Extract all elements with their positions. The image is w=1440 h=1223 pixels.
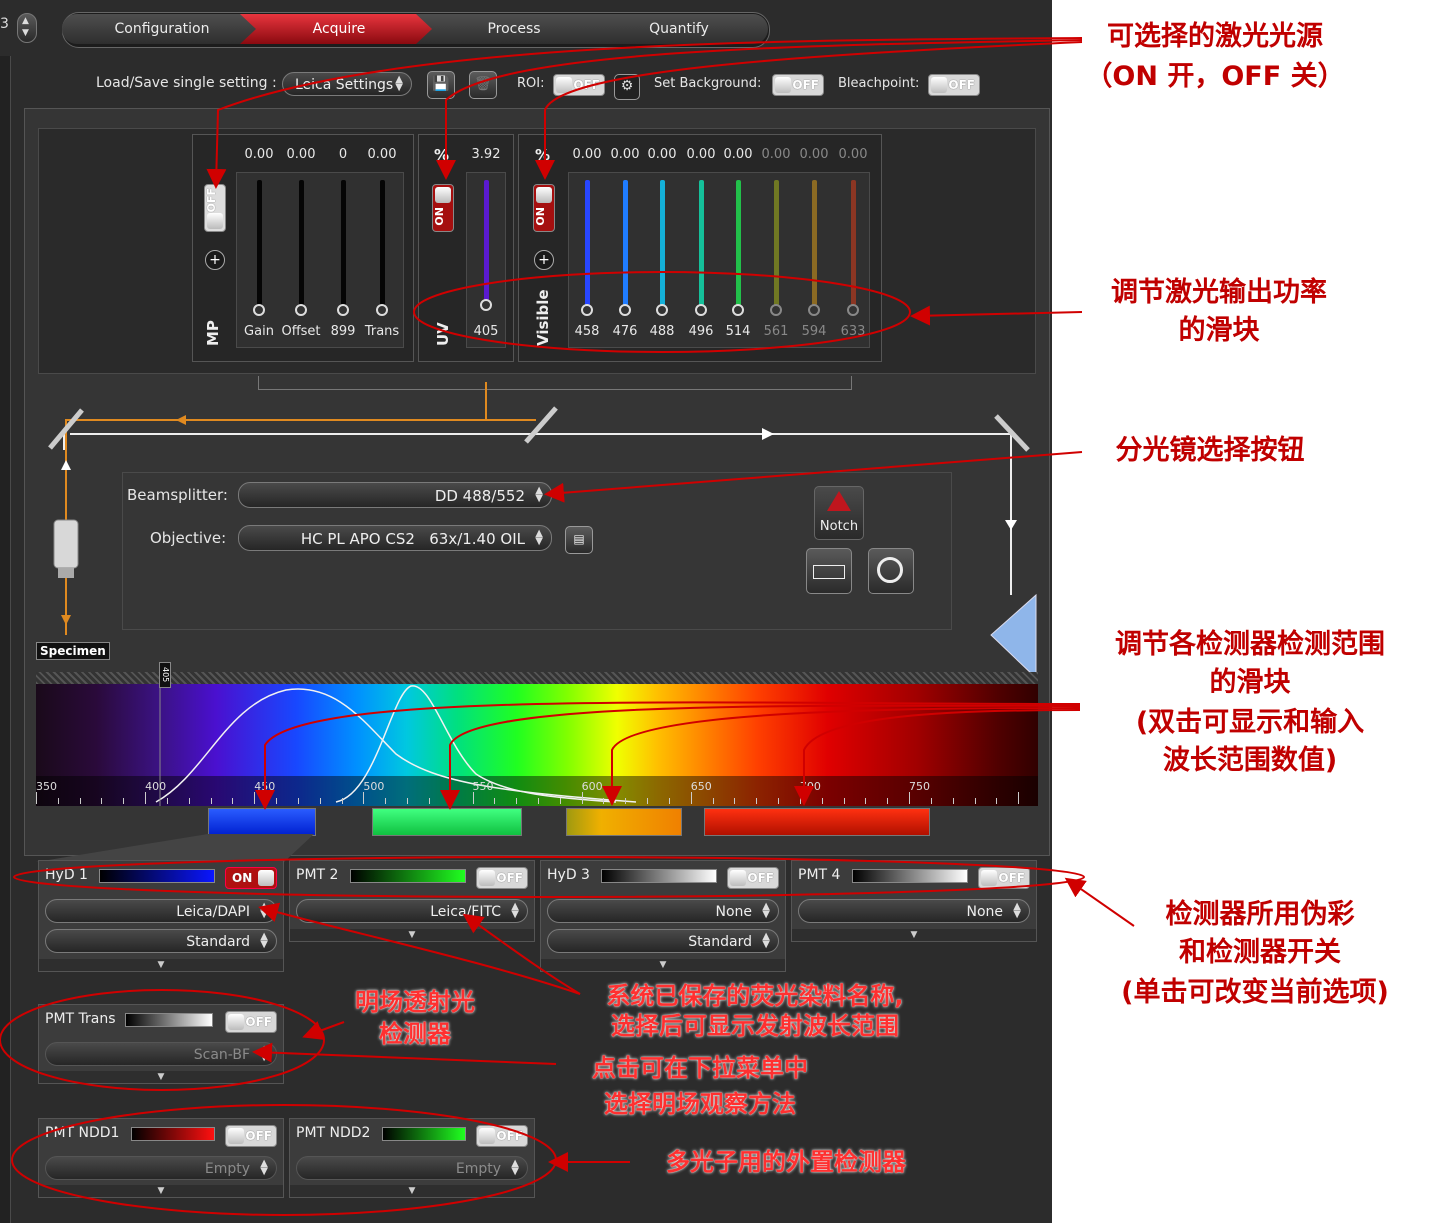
arrow-brightfield [252,1042,557,1065]
arrow-laser-mp [206,37,1083,189]
annotation-pseudo-color-3: (单击可改变当前选项) [1121,977,1389,1008]
annotation-laser-sources: 可选择的激光光源 [1107,21,1323,52]
annotation-range-slider-2: 的滑块 [1209,667,1291,698]
arrow-dye-dapi [258,902,581,995]
arrow-dye-fitc [462,913,581,995]
annotation-pseudo-color-2: 和检测器开关 [1179,937,1341,968]
annotation-range-slider: 调节各检测器检测范围 [1115,629,1385,660]
annotation-external-detectors: 多光子用的外置检测器 [666,1148,906,1176]
trans-detector-ellipse [0,989,325,1091]
power-slider-ellipse [413,271,911,353]
annotation-beamsplitter: 分光镜选择按钮 [1115,435,1305,466]
detector-header-ellipse [13,856,1085,898]
annotation-brightfield: 点击可在下拉菜单中 [592,1054,808,1082]
annotation-trans-detector-2: 检测器 [379,1020,451,1048]
ndd-ellipse [11,1104,557,1216]
annotation-dye-names: 系统已保存的荧光染料名称, [606,982,904,1010]
annotation-brightfield-2: 选择明场观察方法 [604,1090,796,1118]
arrow-range-hyd3 [602,707,1081,806]
annotation-pseudo-color: 检测器所用伪彩 [1165,899,1355,930]
annotation-lines [0,37,1135,1216]
annotation-range-slider-4: 波长范围数值) [1162,745,1338,776]
annotation-power-slider-2: 的滑块 [1178,315,1260,346]
arrow-laser-visible [535,41,1083,180]
arrow-range-hyd1 [255,701,1081,810]
annotation-dye-names-2: 选择后可显示发射波长范围 [611,1012,899,1040]
arrow-range-pmt4 [794,709,1081,806]
annotation-range-slider-3: (双击可显示和输入 [1135,707,1365,738]
annotation-laser-sources-2: （ON 开，OFF 关） [1085,61,1345,92]
arrow-power-slider [910,305,1083,326]
arrow-beamsplitter [544,451,1083,503]
arrow-range-pmt2 [440,704,1081,810]
annotation-trans-detector: 明场透射光 [355,988,475,1016]
annotation-power-slider: 调节激光输出功率 [1111,277,1327,308]
